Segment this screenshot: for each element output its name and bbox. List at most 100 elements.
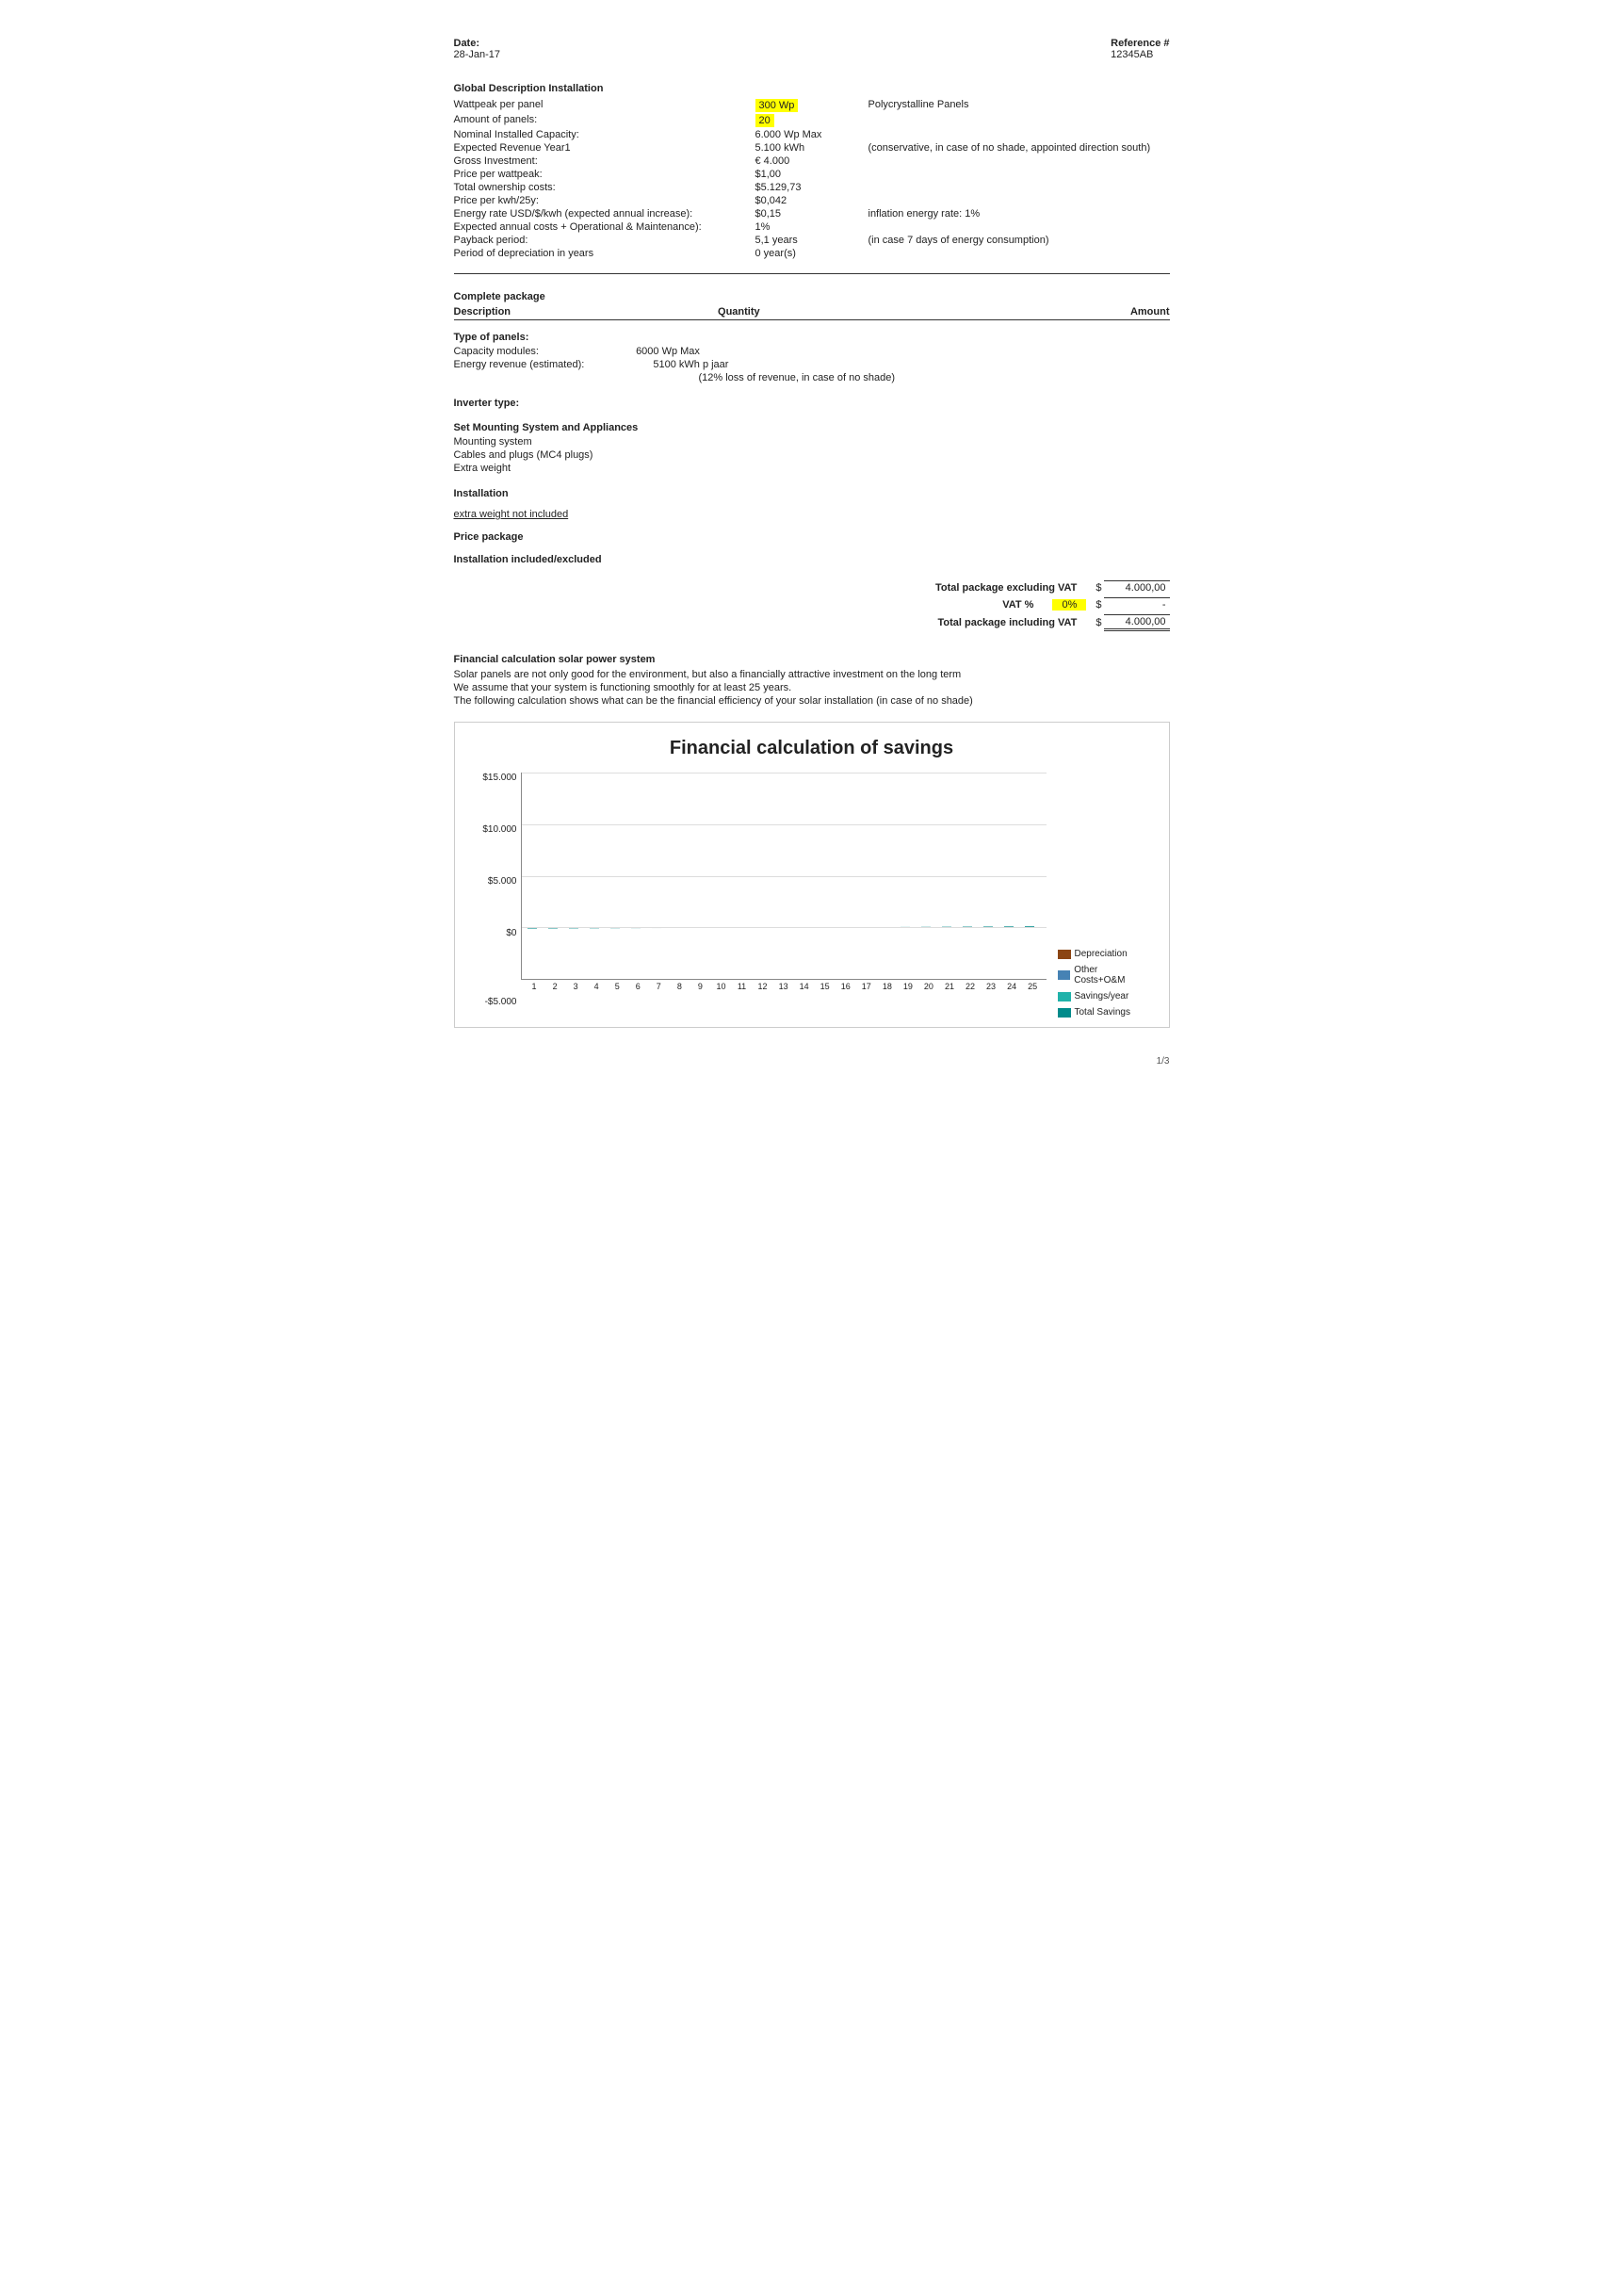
info-extra	[868, 128, 1170, 141]
installation-included-label: Installation included/excluded	[454, 554, 1170, 565]
extra-weight: Extra weight	[454, 462, 1170, 475]
x-label: 8	[670, 982, 690, 991]
x-label: 7	[649, 982, 669, 991]
info-extra: (conservative, in case of no shade, appo…	[868, 141, 1170, 155]
info-extra: inflation energy rate: 1%	[868, 207, 1170, 220]
x-label: 24	[1002, 982, 1022, 991]
legend-color-box	[1058, 1008, 1071, 1018]
excl-amount: 4.000,00	[1104, 580, 1170, 594]
capacity-label: Capacity modules:	[454, 346, 540, 357]
financial-title: Financial calculation solar power system	[454, 654, 1170, 665]
x-label: 3	[566, 982, 586, 991]
chart-container: Financial calculation of savings $15.000…	[454, 722, 1170, 1028]
cables-plugs: Cables and plugs (MC4 plugs)	[454, 448, 1170, 462]
document-header: Date: 28-Jan-17 Reference # 12345AB	[454, 38, 1170, 60]
bar-group	[982, 773, 1001, 979]
energy-revenue-label: Energy revenue (estimated):	[454, 359, 585, 370]
page-number: 1/3	[454, 1056, 1170, 1067]
bar-group	[733, 773, 753, 979]
x-label: 14	[794, 982, 814, 991]
legend-label: Other Costs+O&M	[1074, 965, 1149, 985]
bar-group	[567, 773, 587, 979]
info-value: 5,1 years	[755, 234, 868, 247]
bar-group	[629, 773, 649, 979]
price-rows: Total package excluding VAT $ 4.000,00 V…	[454, 580, 1170, 631]
bar-group	[940, 773, 960, 979]
info-label: Expected Revenue Year1	[454, 141, 755, 155]
vat-currency: $	[1096, 599, 1101, 611]
bar-group	[691, 773, 711, 979]
vat-amount: -	[1104, 597, 1170, 611]
date-section: Date: 28-Jan-17	[454, 38, 501, 60]
info-value: € 4.000	[755, 155, 868, 168]
x-label: 10	[711, 982, 731, 991]
x-label: 4	[587, 982, 607, 991]
x-label: 20	[918, 982, 938, 991]
info-extra	[868, 168, 1170, 181]
incl-amount: 4.000,00	[1104, 614, 1170, 631]
x-label: 6	[628, 982, 648, 991]
capacity-value: 6000 Wp Max	[636, 346, 700, 357]
legend-label: Savings/year	[1075, 991, 1129, 1001]
x-label: 16	[836, 982, 855, 991]
col-quantity: Quantity	[718, 306, 760, 318]
info-label: Nominal Installed Capacity:	[454, 128, 755, 141]
info-extra: Polycrystalline Panels	[868, 98, 1170, 113]
y-label-10000: $10.000	[482, 824, 516, 835]
info-extra	[868, 220, 1170, 234]
x-label: 15	[815, 982, 835, 991]
global-description-title: Global Description Installation	[454, 83, 1170, 94]
extra-weight-note: extra weight not included	[454, 509, 569, 520]
info-extra	[868, 113, 1170, 128]
total-incl-vat-label: Total package including VAT	[937, 617, 1077, 628]
y-label-0: $0	[506, 928, 516, 938]
info-value: $0,15	[755, 207, 868, 220]
info-value: $0,042	[755, 194, 868, 207]
energy-revenue-value: 5100 kWh p jaar	[653, 359, 728, 370]
total-excl-vat-label: Total package excluding VAT	[935, 582, 1077, 594]
bar-group	[712, 773, 732, 979]
x-label: 2	[545, 982, 565, 991]
bar-group	[961, 773, 981, 979]
type-of-panels-title: Type of panels:	[454, 332, 1170, 343]
financial-desc-3: The following calculation shows what can…	[454, 695, 1170, 707]
energy-revenue-row: Energy revenue (estimated): 5100 kWh p j…	[454, 358, 1170, 371]
capacity-modules-row: Capacity modules: 6000 Wp Max	[454, 345, 1170, 358]
bar-group	[836, 773, 856, 979]
info-value: $1,00	[755, 168, 868, 181]
legend-item: Other Costs+O&M	[1058, 965, 1150, 985]
info-label: Payback period:	[454, 234, 755, 247]
inverter-type-title: Inverter type:	[454, 398, 1170, 409]
bar-group	[1002, 773, 1022, 979]
total-incl-vat-row: Total package including VAT $ 4.000,00	[454, 614, 1170, 631]
bar-group	[795, 773, 815, 979]
info-label: Price per kwh/25y:	[454, 194, 755, 207]
info-extra	[868, 155, 1170, 168]
info-value: $5.129,73	[755, 181, 868, 194]
x-label: 21	[939, 982, 959, 991]
bar-group	[650, 773, 670, 979]
vat-label: VAT %	[1002, 599, 1033, 611]
loss-note: (12% loss of revenue, in case of no shad…	[699, 371, 1170, 384]
legend-color-box	[1058, 992, 1071, 1001]
bar-group	[546, 773, 566, 979]
x-label: 18	[877, 982, 897, 991]
legend-color-box	[1058, 970, 1071, 980]
divider-1	[454, 273, 1170, 274]
vat-value: 0%	[1052, 599, 1086, 611]
x-label: 19	[898, 982, 917, 991]
date-value: 28-Jan-17	[454, 49, 501, 60]
chart-title: Financial calculation of savings	[474, 738, 1150, 759]
date-label: Date:	[454, 38, 501, 49]
bars-area	[521, 773, 1047, 980]
info-value: 5.100 kWh	[755, 141, 868, 155]
y-label-5000: $5.000	[488, 876, 517, 887]
x-label: 5	[608, 982, 627, 991]
legend-label: Total Savings	[1075, 1007, 1130, 1018]
financial-section: Financial calculation solar power system…	[454, 654, 1170, 1028]
bar-group	[754, 773, 773, 979]
x-labels: 1234567891011121314151617181920212223242…	[521, 982, 1047, 991]
chart-legend: DepreciationOther Costs+O&MSavings/yearT…	[1047, 949, 1150, 1018]
excl-currency: $	[1096, 582, 1101, 594]
info-value: 20	[755, 113, 868, 128]
